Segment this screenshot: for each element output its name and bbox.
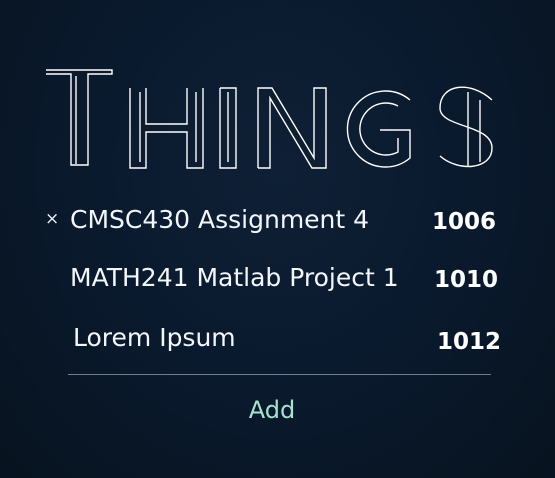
item-number: 1012	[437, 329, 502, 355]
list-item: Lorem Ipsum 1012	[0, 318, 555, 358]
add-button[interactable]: Add	[240, 394, 304, 426]
item-number: 1010	[434, 267, 499, 293]
page-title-graphic	[46, 69, 493, 169]
list-item: MATH241 Matlab Project 1 1010	[0, 258, 555, 298]
item-number: 1006	[432, 209, 497, 235]
item-label: MATH241 Matlab Project 1	[70, 263, 399, 292]
remove-item-button[interactable]: ×	[45, 209, 59, 229]
divider	[68, 374, 491, 375]
list-item: × CMSC430 Assignment 4 1006	[0, 200, 555, 240]
page-title	[0, 62, 555, 172]
item-label: CMSC430 Assignment 4	[70, 205, 370, 234]
item-label: Lorem Ipsum	[73, 323, 236, 352]
